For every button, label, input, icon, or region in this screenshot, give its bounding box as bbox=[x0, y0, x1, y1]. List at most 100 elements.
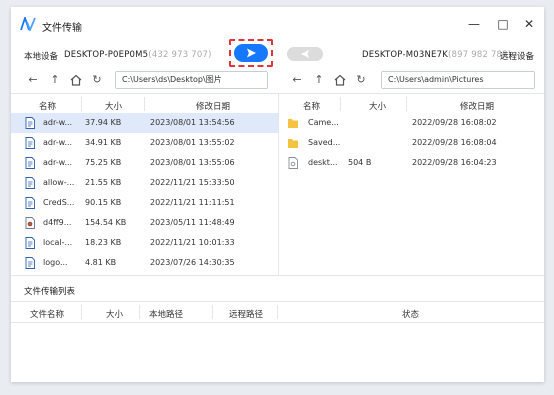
remote-col-name[interactable]: 名称 bbox=[303, 100, 320, 112]
device-bar: 本地设备 DESKTOP-P0EP0M5(432 973 707) DESKTO… bbox=[11, 41, 544, 69]
file-date: 2022/09/28 16:08:04 bbox=[412, 138, 497, 147]
divider bbox=[406, 97, 407, 111]
file-name: d4ff9... bbox=[43, 218, 72, 227]
transfer-list-title: 文件传输列表 bbox=[24, 287, 76, 297]
home-icon[interactable] bbox=[333, 73, 347, 87]
send-arrow-icon bbox=[247, 48, 256, 58]
file-size: 154.54 KB bbox=[85, 218, 127, 227]
file-name: logo... bbox=[43, 258, 68, 267]
file-date: 2022/11/21 10:01:33 bbox=[150, 238, 235, 247]
file-size: 37.94 KB bbox=[85, 118, 122, 127]
remote-path-input[interactable]: C:\Users\admin\Pictures bbox=[381, 71, 535, 89]
transfer-col-name[interactable]: 文件名称 bbox=[30, 308, 64, 320]
document-icon bbox=[25, 157, 35, 169]
file-date: 2023/05/11 11:48:49 bbox=[150, 218, 235, 227]
file-row[interactable]: d4ff9... 154.54 KB 2023/05/11 11:48:49 bbox=[11, 213, 278, 233]
remote-col-date[interactable]: 修改日期 bbox=[460, 100, 494, 112]
local-nav-bar: ← ↑ ↻ C:\Users\ds\Desktop\图片 bbox=[11, 69, 278, 93]
divider bbox=[11, 275, 544, 276]
transfer-col-size[interactable]: 大小 bbox=[106, 308, 123, 320]
file-date: 2023/08/01 13:55:06 bbox=[150, 158, 235, 167]
file-row[interactable]: adr-w... 37.94 KB 2023/08/01 13:54:56 bbox=[11, 113, 278, 133]
refresh-icon[interactable]: ↻ bbox=[354, 73, 368, 87]
local-device-name: DESKTOP-P0EP0M5(432 973 707) bbox=[64, 50, 212, 60]
file-name: Saved... bbox=[308, 138, 341, 147]
file-row[interactable]: adr-w... 34.91 KB 2023/08/01 13:55:02 bbox=[11, 133, 278, 153]
back-arrow-icon[interactable]: ← bbox=[290, 73, 304, 87]
remote-col-size[interactable]: 大小 bbox=[369, 100, 386, 112]
file-name: adr-w... bbox=[43, 158, 73, 167]
document-icon bbox=[25, 117, 35, 129]
receive-from-remote-button[interactable] bbox=[287, 47, 323, 61]
receive-arrow-icon bbox=[301, 50, 309, 58]
file-row[interactable]: logo... 4.81 KB 2023/07/26 14:30:35 bbox=[11, 253, 278, 273]
file-date: 2022/11/21 11:11:51 bbox=[150, 198, 235, 207]
send-to-remote-button[interactable] bbox=[234, 44, 268, 62]
local-path-input[interactable]: C:\Users\ds\Desktop\图片 bbox=[115, 71, 268, 89]
document-icon bbox=[25, 257, 35, 269]
transfer-col-status[interactable]: 状态 bbox=[402, 308, 419, 320]
file-transfer-window: 文件传输 — □ ✕ 本地设备 DESKTOP-P0EP0M5(432 973 … bbox=[11, 7, 544, 382]
title-bar: 文件传输 — □ ✕ bbox=[11, 7, 544, 41]
file-size: 75.25 KB bbox=[85, 158, 122, 167]
refresh-icon[interactable]: ↻ bbox=[90, 73, 104, 87]
window-title: 文件传输 bbox=[42, 23, 82, 34]
file-row[interactable]: Came... 2022/09/28 16:08:02 bbox=[279, 113, 544, 133]
document-icon bbox=[25, 177, 35, 189]
local-col-date[interactable]: 修改日期 bbox=[196, 100, 230, 112]
file-name: adr-w... bbox=[43, 138, 73, 147]
back-arrow-icon[interactable]: ← bbox=[26, 73, 40, 87]
file-size: 18.23 KB bbox=[85, 238, 122, 247]
divider bbox=[212, 305, 213, 319]
maximize-button[interactable]: □ bbox=[495, 16, 511, 32]
remote-nav-bar: ← ↑ ↻ C:\Users\admin\Pictures bbox=[278, 69, 544, 93]
transfer-col-remote-path[interactable]: 远程路径 bbox=[229, 308, 263, 320]
file-date: 2022/09/28 16:04:23 bbox=[412, 158, 497, 167]
settings-file-icon bbox=[288, 157, 298, 169]
divider bbox=[11, 301, 544, 302]
remote-device-label: 远程设备 bbox=[500, 52, 535, 62]
file-row[interactable]: CredS... 90.15 KB 2022/11/21 11:11:51 bbox=[11, 193, 278, 213]
file-date: 2023/08/01 13:54:56 bbox=[150, 118, 235, 127]
local-col-size[interactable]: 大小 bbox=[105, 100, 122, 112]
local-col-name[interactable]: 名称 bbox=[39, 100, 56, 112]
folder-icon bbox=[288, 119, 298, 128]
file-name: Came... bbox=[308, 118, 339, 127]
file-size: 90.15 KB bbox=[85, 198, 122, 207]
local-device-hostname: DESKTOP-P0EP0M5 bbox=[64, 50, 149, 60]
divider bbox=[340, 97, 341, 111]
document-icon bbox=[25, 197, 35, 209]
file-row[interactable]: local-... 18.23 KB 2022/11/21 10:01:33 bbox=[11, 233, 278, 253]
app-logo-icon bbox=[20, 17, 36, 31]
up-arrow-icon[interactable]: ↑ bbox=[48, 73, 62, 87]
file-row[interactable]: adr-w... 75.25 KB 2023/08/01 13:55:06 bbox=[11, 153, 278, 173]
divider bbox=[144, 97, 145, 111]
file-row[interactable]: Saved... 2022/09/28 16:08:04 bbox=[279, 133, 544, 153]
transfer-col-local-path[interactable]: 本地路径 bbox=[149, 308, 183, 320]
file-row[interactable]: allow-... 21.55 KB 2022/11/21 15:33:50 bbox=[11, 173, 278, 193]
image-icon bbox=[25, 217, 35, 229]
file-size: 21.55 KB bbox=[85, 178, 122, 187]
up-arrow-icon[interactable]: ↑ bbox=[312, 73, 326, 87]
minimize-button[interactable]: — bbox=[466, 16, 482, 32]
file-name: allow-... bbox=[43, 178, 75, 187]
file-size: 34.91 KB bbox=[85, 138, 122, 147]
file-row[interactable]: deskt... 504 B 2022/09/28 16:04:23 bbox=[279, 153, 544, 173]
document-icon bbox=[25, 237, 35, 249]
file-name: CredS... bbox=[43, 198, 75, 207]
file-name: local-... bbox=[43, 238, 73, 247]
file-size: 4.81 KB bbox=[85, 258, 117, 267]
document-icon bbox=[25, 137, 35, 149]
home-icon[interactable] bbox=[69, 73, 83, 87]
file-name: deskt... bbox=[308, 158, 338, 167]
divider bbox=[81, 97, 82, 111]
file-date: 2023/07/26 14:30:35 bbox=[150, 258, 235, 267]
remote-device-name: DESKTOP-M03NE7K(897 982 788) bbox=[362, 50, 511, 60]
file-date: 2022/11/21 15:33:50 bbox=[150, 178, 235, 187]
divider bbox=[81, 305, 82, 319]
file-size: 504 B bbox=[348, 158, 372, 167]
close-button[interactable]: ✕ bbox=[521, 16, 537, 32]
divider bbox=[139, 305, 140, 319]
divider bbox=[11, 322, 544, 323]
remote-device-hostname: DESKTOP-M03NE7K bbox=[362, 50, 448, 60]
